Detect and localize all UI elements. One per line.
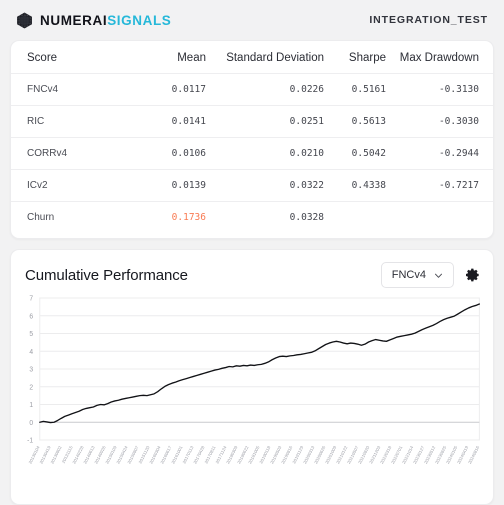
performance-line-chart[interactable]: -101234567201301042013041920130802201311…	[13, 292, 487, 492]
gear-icon[interactable]	[465, 267, 481, 283]
cell-standard-deviation: 0.0226	[206, 73, 324, 106]
cell-standard-deviation: 0.0210	[206, 137, 324, 170]
y-axis-tick-label: 4	[29, 349, 33, 356]
cell-standard-deviation: 0.0328	[206, 201, 324, 234]
brand-primary: NUMERAI	[40, 12, 108, 28]
numerai-cube-icon	[17, 12, 32, 28]
account-name[interactable]: INTEGRATION_TEST	[369, 14, 488, 26]
table-row[interactable]: RIC 0.0141 0.0251 0.5613 -0.3030	[11, 105, 493, 138]
scores-table-header: Score Mean Standard Deviation Sharpe Max…	[11, 47, 493, 74]
cell-mean: 0.0117	[124, 73, 206, 106]
cell-score: Churn	[11, 201, 124, 234]
cell-max-drawdown: -0.3130	[386, 73, 493, 106]
cell-sharpe	[324, 201, 386, 234]
cell-standard-deviation: 0.0322	[206, 169, 324, 202]
brand-logo[interactable]: NUMERAISIGNALS	[16, 12, 171, 29]
metric-select-value: FNCv4	[391, 269, 426, 281]
col-header-max-drawdown[interactable]: Max Drawdown	[386, 47, 493, 74]
table-row[interactable]: Churn 0.1736 0.0328	[11, 201, 493, 234]
scores-table-body: FNCv4 0.0117 0.0226 0.5161 -0.3130 RIC 0.0141 0…	[11, 73, 493, 234]
table-row[interactable]: ICv2 0.0139 0.0322 0.4338 -0.7217	[11, 169, 493, 202]
cell-score: RIC	[11, 105, 124, 138]
y-axis-tick-label: 5	[29, 331, 33, 338]
cell-sharpe: 0.5613	[324, 105, 386, 138]
cell-score: CORRv4	[11, 137, 124, 170]
cumulative-performance-card: Cumulative Performance FNCv4 -1 0 1 2 3 4 5 6 7 2…	[10, 249, 494, 505]
y-axis-tick-label: 0	[29, 420, 33, 427]
chart-controls: FNCv4	[380, 262, 481, 288]
scores-card: Score Mean Standard Deviation Sharpe Max…	[10, 40, 494, 239]
cell-sharpe: 0.5161	[324, 73, 386, 106]
signals-page: NUMERAISIGNALS INTEGRATION_TEST Score Me…	[0, 0, 504, 505]
y-axis-tick-label: 2	[29, 384, 33, 391]
col-header-sharpe[interactable]: Sharpe	[324, 47, 386, 74]
cell-sharpe: 0.4338	[324, 169, 386, 202]
table-row[interactable]: FNCv4 0.0117 0.0226 0.5161 -0.3130	[11, 73, 493, 106]
brand-secondary: SIGNALS	[107, 12, 172, 28]
cell-max-drawdown: -0.7217	[386, 169, 493, 202]
cell-mean: 0.0139	[124, 169, 206, 202]
y-axis-tick-label: 6	[29, 313, 33, 320]
cell-sharpe: 0.5042	[324, 137, 386, 170]
chart-header: Cumulative Performance FNCv4	[11, 260, 493, 292]
table-row[interactable]: CORRv4 0.0106 0.0210 0.5042 -0.2944	[11, 137, 493, 170]
cell-mean: 0.1736	[124, 201, 206, 234]
col-header-standard-deviation[interactable]: Standard Deviation	[206, 47, 324, 74]
cell-score: FNCv4	[11, 73, 124, 106]
brand-text: NUMERAISIGNALS	[40, 13, 171, 28]
cell-max-drawdown	[386, 201, 493, 234]
cell-mean: 0.0141	[124, 105, 206, 138]
y-axis-tick-label: 3	[29, 366, 33, 373]
scores-table: Score Mean Standard Deviation Sharpe Max…	[11, 47, 493, 234]
col-header-score[interactable]: Score	[11, 47, 124, 74]
top-bar: NUMERAISIGNALS INTEGRATION_TEST	[6, 0, 498, 40]
table-header-row: Score Mean Standard Deviation Sharpe Max…	[11, 47, 493, 74]
y-axis-tick-label: -1	[27, 437, 33, 444]
cell-score: ICv2	[11, 169, 124, 202]
cell-max-drawdown: -0.3030	[386, 105, 493, 138]
cumulative-performance-plot: -1 0 1 2 3 4 5 6 7 20130104 20130419 20130802 201311…	[11, 292, 493, 492]
metric-select[interactable]: FNCv4	[380, 262, 454, 288]
cell-standard-deviation: 0.0251	[206, 105, 324, 138]
col-header-mean[interactable]: Mean	[124, 47, 206, 74]
y-axis-tick-label: 1	[29, 402, 33, 409]
chart-title: Cumulative Performance	[25, 266, 188, 284]
cell-mean: 0.0106	[124, 137, 206, 170]
y-axis-tick-label: 7	[29, 295, 33, 302]
chevron-down-icon	[435, 273, 442, 278]
cell-max-drawdown: -0.2944	[386, 137, 493, 170]
